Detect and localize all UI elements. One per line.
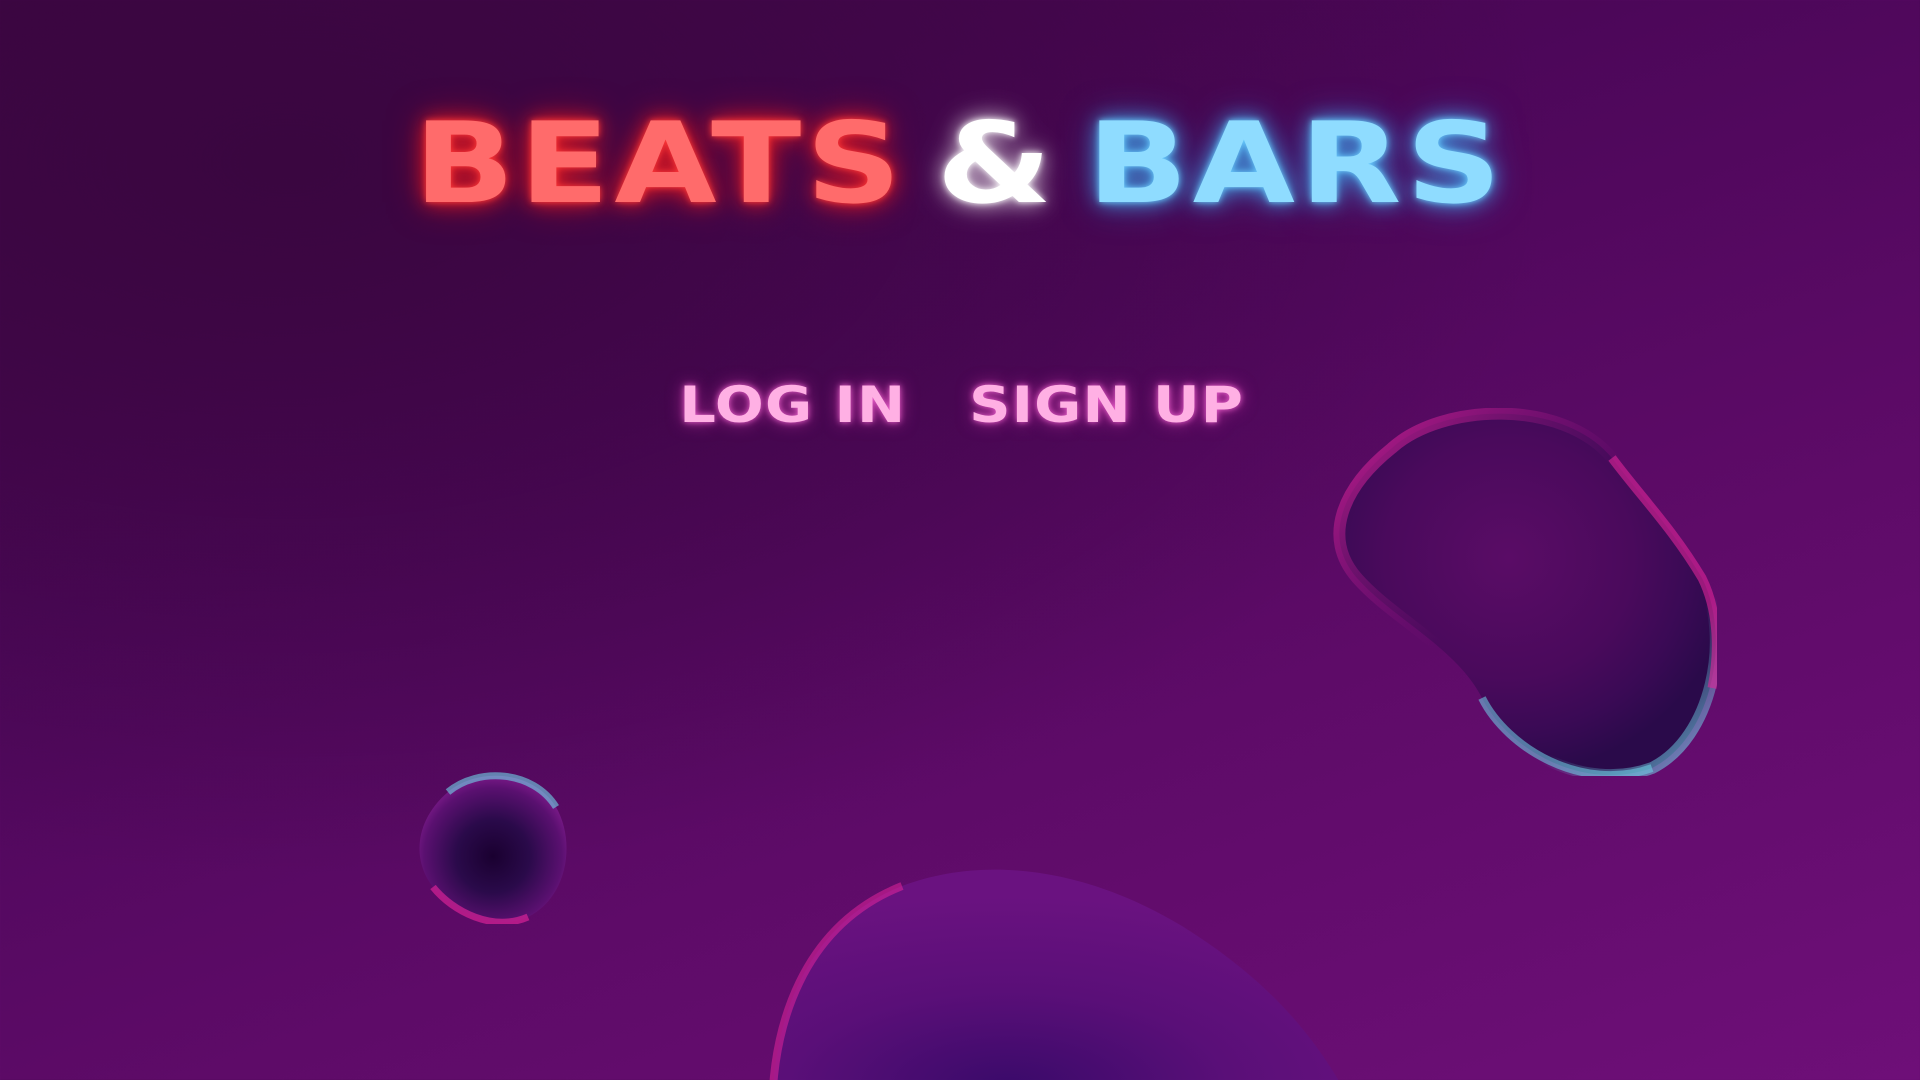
login-link[interactable]: LOG IN (679, 376, 906, 434)
signup-link[interactable]: SIGN UP (969, 376, 1244, 434)
decorative-blob-bottom (769, 869, 1339, 1080)
decorative-blob-large (1333, 408, 1717, 776)
title-ampersand: & (936, 99, 1057, 230)
title-word-beats: BEATS (413, 99, 906, 230)
decorative-blob-small (419, 772, 567, 924)
title-word-bars: BARS (1087, 99, 1507, 230)
app-title: BEATS & BARS (0, 97, 1920, 231)
